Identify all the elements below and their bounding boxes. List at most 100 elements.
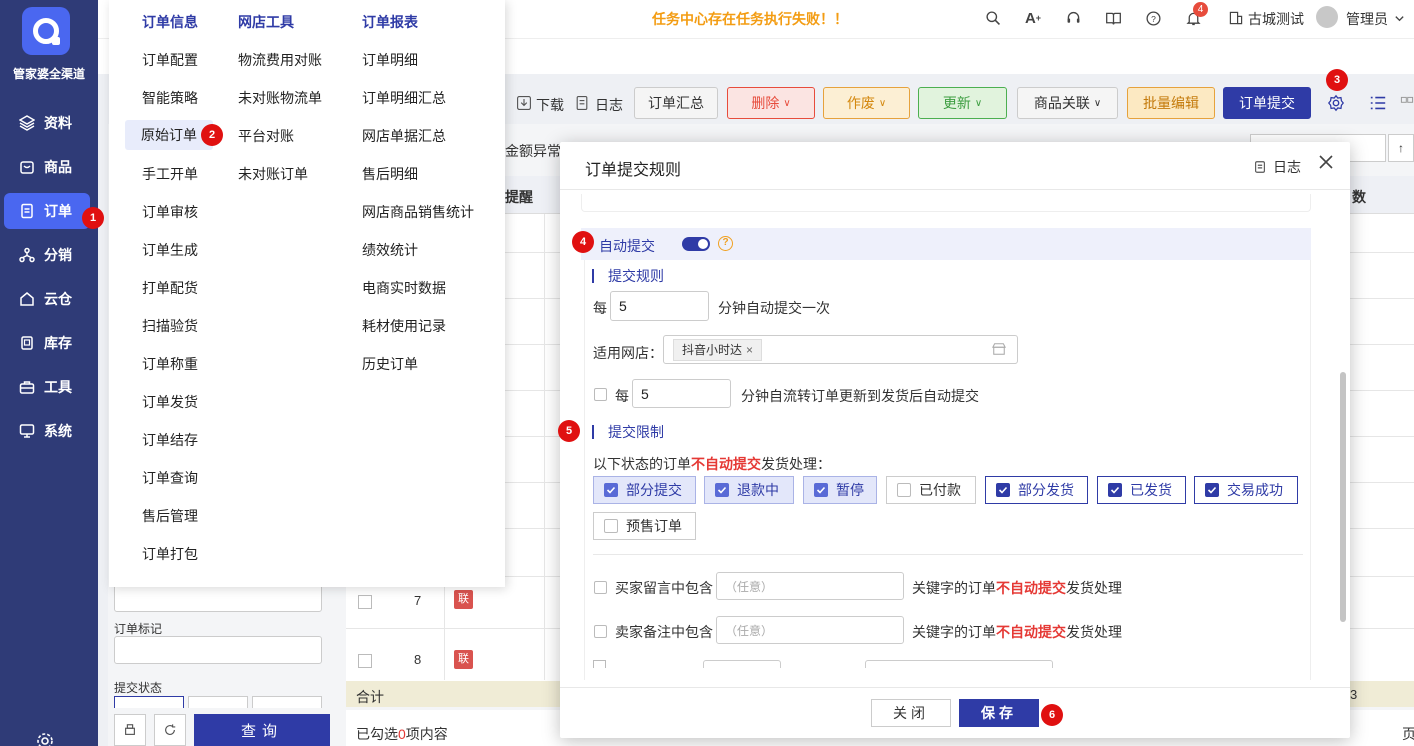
row-checkbox[interactable] [358,654,372,668]
submit-status-option[interactable] [114,696,184,708]
menu-item-print-pick[interactable]: 打单配货 [142,278,198,298]
download-button[interactable]: 下载 [536,95,564,115]
menu-item-order-detail-summary[interactable]: 订单明细汇总 [362,88,446,108]
sidebar-item-goods[interactable]: 商品 [4,149,90,185]
gear-icon[interactable] [1326,93,1346,113]
sidebar-item-tools[interactable]: 工具 [4,369,90,405]
menu-item-scan-check[interactable]: 扫描验货 [142,316,198,336]
log-icon[interactable] [572,93,592,113]
submit-status-option[interactable] [188,696,248,708]
void-label: 作废 [846,95,875,111]
sidebar-item-inventory[interactable]: 库存 [4,325,90,361]
menu-item-order-balance[interactable]: 订单结存 [142,430,198,450]
list-view-icon[interactable] [1368,93,1388,113]
sidebar-item-data[interactable]: 资料 [4,105,90,141]
sidebar-item-system[interactable]: 系统 [4,413,90,449]
status-option-shipped[interactable]: 已发货 [1097,476,1186,504]
flow-update-checkbox[interactable] [594,388,607,401]
download-icon[interactable] [514,93,534,113]
menu-item-unreconciled-orders[interactable]: 未对账订单 [238,164,308,184]
sidebar-item-orders[interactable]: 订单 [4,193,90,229]
menu-item-unreconciled-logistics[interactable]: 未对账物流单 [238,88,322,108]
help-icon[interactable]: ? [1143,8,1163,28]
submit-status-option[interactable] [252,696,322,708]
row-checkbox[interactable] [358,595,372,609]
menu-item-shop-sales-stats[interactable]: 网店商品销售统计 [362,202,474,222]
dialog-scrollbar[interactable] [1340,372,1346,622]
status-option-partial-submit[interactable]: 部分提交 [593,476,696,504]
help-icon[interactable]: ? [718,236,733,251]
book-icon[interactable] [1103,8,1123,28]
menu-item-history-orders[interactable]: 历史订单 [362,354,418,374]
headset-icon[interactable] [1063,8,1083,28]
product-link-dropdown-button[interactable]: 商品关联 ∨ [1017,87,1118,119]
task-alert-link[interactable]: 任务中心存在任务执行失败！！ [652,9,848,29]
store-icon[interactable] [992,342,1006,359]
search-icon[interactable] [983,8,1003,28]
buyer-message-checkbox[interactable] [594,581,607,594]
gear-icon[interactable] [35,731,55,746]
menu-item-manual-order[interactable]: 手工开单 [142,164,198,184]
filter-input[interactable] [114,584,322,612]
query-button[interactable]: 查询 [194,714,330,746]
status-option-paid[interactable]: 已付款 [886,476,976,504]
amount-abnormal-filter[interactable]: 金额异常 [505,141,561,161]
order-summary-button[interactable]: 订单汇总 [634,87,718,119]
status-option-presale[interactable]: 预售订单 [593,512,696,540]
menu-item-smart-strategy[interactable]: 智能策略 [142,88,198,108]
auto-submit-toggle[interactable] [682,237,710,251]
save-button[interactable]: 保存 [959,699,1039,727]
menu-item-consumables-log[interactable]: 耗材使用记录 [362,316,446,336]
menu-item-platform-reconcile[interactable]: 平台对账 [238,126,294,146]
seller-note-input[interactable]: （任意） [716,616,904,644]
status-option-trade-success[interactable]: 交易成功 [1194,476,1298,504]
menu-item-after-sales[interactable]: 售后管理 [142,506,198,526]
menu-item-order-weigh[interactable]: 订单称重 [142,354,198,374]
log-button[interactable]: 日志 [595,95,623,115]
order-mark-input[interactable] [114,636,322,664]
status-option-paused[interactable]: 暂停 [803,476,877,504]
print-icon[interactable] [114,714,146,746]
menu-item-performance-stats[interactable]: 绩效统计 [362,240,418,260]
menu-item-order-generate[interactable]: 订单生成 [142,240,198,260]
left-sidebar: 管家婆全渠道 资料 商品 订单 分销 云仓 库存 工具 系统 [0,0,98,746]
close-button[interactable]: 关闭 [871,699,951,727]
menu-item-order-ship[interactable]: 订单发货 [142,392,198,412]
status-option-partial-shipped[interactable]: 部分发货 [985,476,1088,504]
shop-tag[interactable]: 抖音小时达 × [673,339,763,361]
menu-item-ecommerce-realtime[interactable]: 电商实时数据 [362,278,446,298]
menu-item-shop-doc-summary[interactable]: 网店单据汇总 [362,126,446,146]
ai-icon[interactable]: A + [1023,8,1043,28]
menu-item-after-sales-detail[interactable]: 售后明细 [362,164,418,184]
delete-dropdown-button[interactable]: 删除 ∨ [727,87,815,119]
chevron-down-icon[interactable] [1392,8,1406,28]
status-option-refunding[interactable]: 退款中 [704,476,794,504]
menu-item-order-config[interactable]: 订单配置 [142,50,198,70]
buyer-message-input[interactable]: （任意） [716,572,904,600]
refresh-icon[interactable] [154,714,186,746]
sidebar-item-cloud-warehouse[interactable]: 云仓 [4,281,90,317]
grid-view-icon[interactable] [1400,93,1414,113]
sidebar-item-distribution[interactable]: 分销 [4,237,90,273]
avatar[interactable] [1316,6,1338,28]
app-logo[interactable] [22,7,70,55]
order-submit-button[interactable]: 订单提交 [1223,87,1311,119]
menu-item-order-query[interactable]: 订单查询 [142,468,198,488]
sort-up-icon[interactable]: ↑ [1388,134,1414,162]
user-name[interactable]: 管理员 [1346,9,1388,29]
menu-item-order-pack[interactable]: 订单打包 [142,544,198,564]
submit-interval-input[interactable]: 5 [610,291,709,321]
void-dropdown-button[interactable]: 作废 ∨ [823,87,910,119]
close-icon[interactable]: × [746,343,753,357]
menu-item-order-review[interactable]: 订单审核 [142,202,198,222]
close-icon[interactable] [1318,154,1334,170]
menu-item-logistics-reconcile[interactable]: 物流费用对账 [238,50,322,70]
flow-interval-input[interactable]: 5 [632,379,731,408]
menu-item-raw-orders[interactable]: 原始订单 [125,120,213,150]
dialog-log-button[interactable]: 日志 [1253,157,1301,177]
shop-name[interactable]: 古城测试 [1248,9,1304,29]
update-dropdown-button[interactable]: 更新 ∨ [918,87,1007,119]
seller-note-checkbox[interactable] [594,625,607,638]
menu-item-order-detail[interactable]: 订单明细 [362,50,418,70]
batch-edit-button[interactable]: 批量编辑 [1127,87,1215,119]
